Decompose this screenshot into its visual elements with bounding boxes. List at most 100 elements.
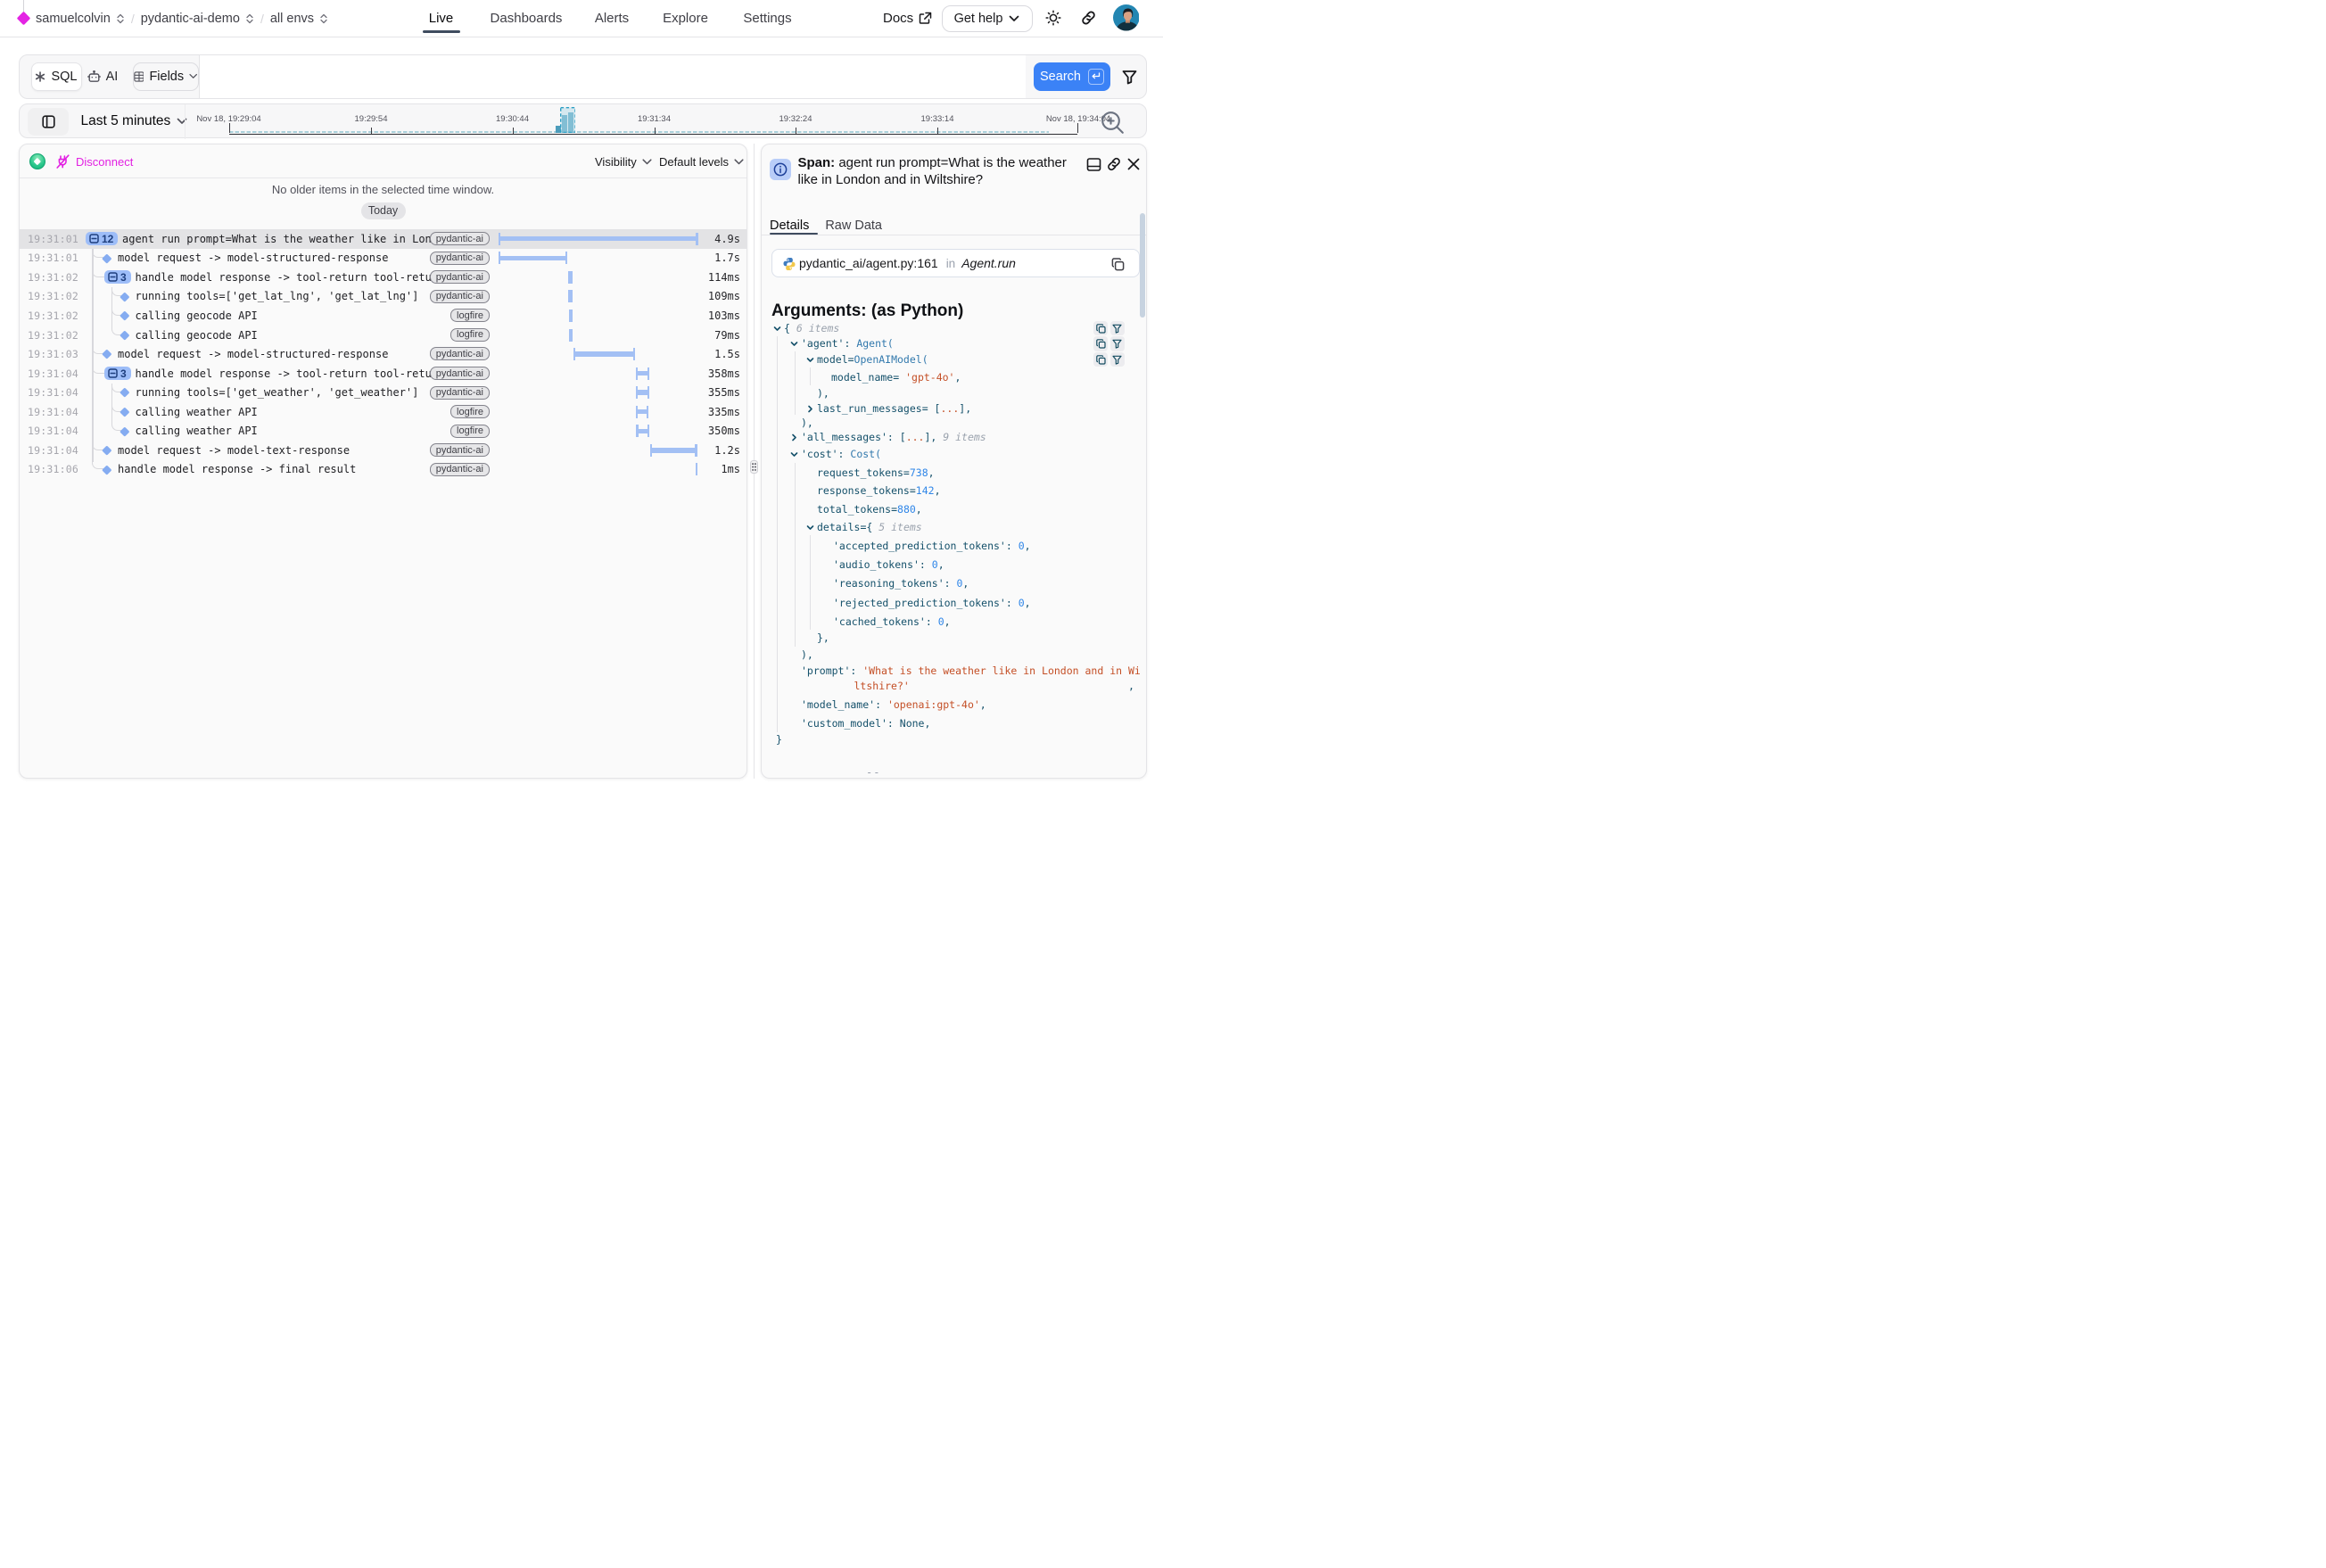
copy-value-button[interactable] xyxy=(1093,336,1109,351)
fields-dropdown[interactable]: Fields xyxy=(133,62,199,92)
filter-icon[interactable] xyxy=(1122,70,1137,85)
trace-row[interactable]: 19:31:03model request -> model-structure… xyxy=(20,344,747,364)
chevron-right-icon[interactable] xyxy=(790,433,798,442)
trace-row[interactable]: 19:31:01model request -> model-structure… xyxy=(20,249,747,268)
time-range-dropdown[interactable]: Last 5 minutes xyxy=(81,104,188,140)
default-levels-dropdown[interactable]: Default levels xyxy=(659,144,744,178)
get-help-button[interactable]: Get help xyxy=(942,5,1033,32)
filter-value-button[interactable] xyxy=(1110,352,1126,367)
visibility-dropdown[interactable]: Visibility xyxy=(595,144,652,178)
trace-row[interactable]: 19:31:02running tools=['get_lat_lng', 'g… xyxy=(20,287,747,307)
org-switcher-icon[interactable] xyxy=(116,13,125,24)
trace-row-time: 19:31:04 xyxy=(28,383,78,402)
sql-mode-button[interactable]: SQL xyxy=(31,62,82,92)
share-link-icon[interactable] xyxy=(1080,11,1097,25)
span-diamond-icon xyxy=(120,388,129,398)
collapse-count-badge[interactable]: 12 xyxy=(86,232,118,245)
filter-value-button[interactable] xyxy=(1110,321,1126,336)
trace-row[interactable]: 19:31:02calling geocode APIlogfire103ms xyxy=(20,306,747,326)
trace-row[interactable]: 19:31:04calling weather APIlogfire350ms xyxy=(20,422,747,442)
span-bar-cap xyxy=(499,252,500,264)
chevron-down-icon[interactable] xyxy=(773,325,781,333)
code-line: model=OpenAIModel( xyxy=(817,351,928,367)
filter-value-button[interactable] xyxy=(1110,336,1126,351)
dock-bottom-icon[interactable] xyxy=(1086,157,1101,172)
disconnect-button[interactable]: Disconnect xyxy=(55,144,133,178)
today-pill[interactable]: Today xyxy=(361,202,406,219)
span-duration: 1.2s xyxy=(714,441,740,460)
copy-value-button[interactable] xyxy=(1093,352,1109,367)
chevron-down-icon[interactable] xyxy=(806,356,814,364)
chevron-down-icon xyxy=(177,118,187,125)
chevron-down-icon[interactable] xyxy=(790,340,798,348)
trace-row[interactable]: 19:31:043handle model response -> tool-r… xyxy=(20,364,747,384)
breadcrumb-org[interactable]: samuelcolvin xyxy=(36,12,111,26)
copy-icon[interactable] xyxy=(1111,258,1125,271)
source-location-card[interactable]: pydantic_ai/agent.py:161 in Agent.run xyxy=(771,249,1140,277)
ai-mode-button[interactable]: AI xyxy=(82,62,123,92)
chevron-down-icon[interactable] xyxy=(806,524,814,532)
top-nav: samuelcolvin / pydantic-ai-demo / all en… xyxy=(0,0,1163,37)
collapse-count-badge[interactable]: 3 xyxy=(104,270,131,284)
trace-row[interactable]: 19:31:02calling geocode APIlogfire79ms xyxy=(20,326,747,345)
default-levels-label: Default levels xyxy=(659,155,729,169)
details-tabs: Details Raw Data xyxy=(770,219,882,233)
trace-row[interactable]: 19:31:023handle model response -> tool-r… xyxy=(20,268,747,287)
chevron-right-icon[interactable] xyxy=(806,405,814,413)
axis-label: 19:33:14 xyxy=(921,114,954,124)
breadcrumb-env[interactable]: all envs xyxy=(270,12,314,26)
theme-toggle-icon[interactable] xyxy=(1045,10,1061,26)
trace-row-time: 19:31:04 xyxy=(28,402,78,422)
trace-row[interactable]: 19:31:04calling weather APIlogfire335ms xyxy=(20,402,747,422)
sidebar-toggle-button[interactable] xyxy=(28,108,69,136)
copy-link-icon[interactable] xyxy=(1106,157,1122,171)
nav-tab-explore[interactable]: Explore xyxy=(663,0,708,37)
tab-details[interactable]: Details xyxy=(770,219,809,233)
trace-row[interactable]: 19:31:04running tools=['get_weather', 'g… xyxy=(20,383,747,402)
avatar[interactable] xyxy=(1113,4,1140,31)
search-input[interactable] xyxy=(199,55,1027,98)
close-icon[interactable] xyxy=(1126,157,1141,171)
span-bar xyxy=(573,351,635,356)
nav-tab-dashboards[interactable]: Dashboards xyxy=(491,0,563,37)
collapse-count-badge[interactable]: 3 xyxy=(104,367,131,380)
zoom-in-icon[interactable] xyxy=(1100,110,1126,136)
chevron-down-icon[interactable] xyxy=(790,450,798,458)
span-name: model request -> model-structured-respon… xyxy=(118,344,434,364)
nav-tab-settings[interactable]: Settings xyxy=(743,0,791,37)
scrollbar-thumb[interactable] xyxy=(1140,213,1145,318)
breadcrumb-project[interactable]: pydantic-ai-demo xyxy=(141,12,240,26)
span-duration: 79ms xyxy=(714,326,740,345)
ai-label: AI xyxy=(106,70,119,84)
sidebar-icon xyxy=(42,115,55,128)
env-switcher-icon[interactable] xyxy=(319,13,328,24)
breadcrumb: samuelcolvin / pydantic-ai-demo / all en… xyxy=(36,0,328,37)
span-bar-cap xyxy=(696,233,697,245)
copy-value-button[interactable] xyxy=(1093,321,1109,336)
search-button[interactable]: Search xyxy=(1034,62,1110,91)
logfire-logo-icon[interactable] xyxy=(16,12,30,26)
docs-link[interactable]: Docs xyxy=(883,0,932,37)
span-diamond-icon xyxy=(120,426,129,436)
scope-tag: pydantic-ai xyxy=(430,347,490,360)
span-name: calling geocode API xyxy=(136,306,435,326)
time-range-label: Last 5 minutes xyxy=(81,113,171,129)
span-name: calling geocode API xyxy=(136,326,435,345)
scope-tag: pydantic-ai xyxy=(430,386,490,400)
span-bar-cap xyxy=(636,386,638,399)
tab-raw-data[interactable]: Raw Data xyxy=(825,219,882,233)
timeline-selection[interactable] xyxy=(560,107,576,133)
timeline-bar: Last 5 minutes Nov 18, 19:29:0419:29:541… xyxy=(19,103,1147,139)
span-diamond-icon xyxy=(120,330,129,340)
trace-row[interactable]: 19:31:04model request -> model-text-resp… xyxy=(20,441,747,460)
drag-dots-icon xyxy=(752,463,756,471)
span-name: handle model response -> tool-return too… xyxy=(136,364,435,384)
trace-row[interactable]: 19:31:0112agent run prompt=What is the w… xyxy=(20,229,747,249)
span-diamond-icon xyxy=(102,445,111,455)
trace-row[interactable]: 19:31:06handle model response -> final r… xyxy=(20,460,747,480)
code-line: total_tokens=880, xyxy=(817,500,922,517)
nav-tab-alerts[interactable]: Alerts xyxy=(595,0,629,37)
sql-label: SQL xyxy=(51,70,77,84)
project-switcher-icon[interactable] xyxy=(245,13,254,24)
panel-resizer-handle[interactable] xyxy=(750,460,758,474)
